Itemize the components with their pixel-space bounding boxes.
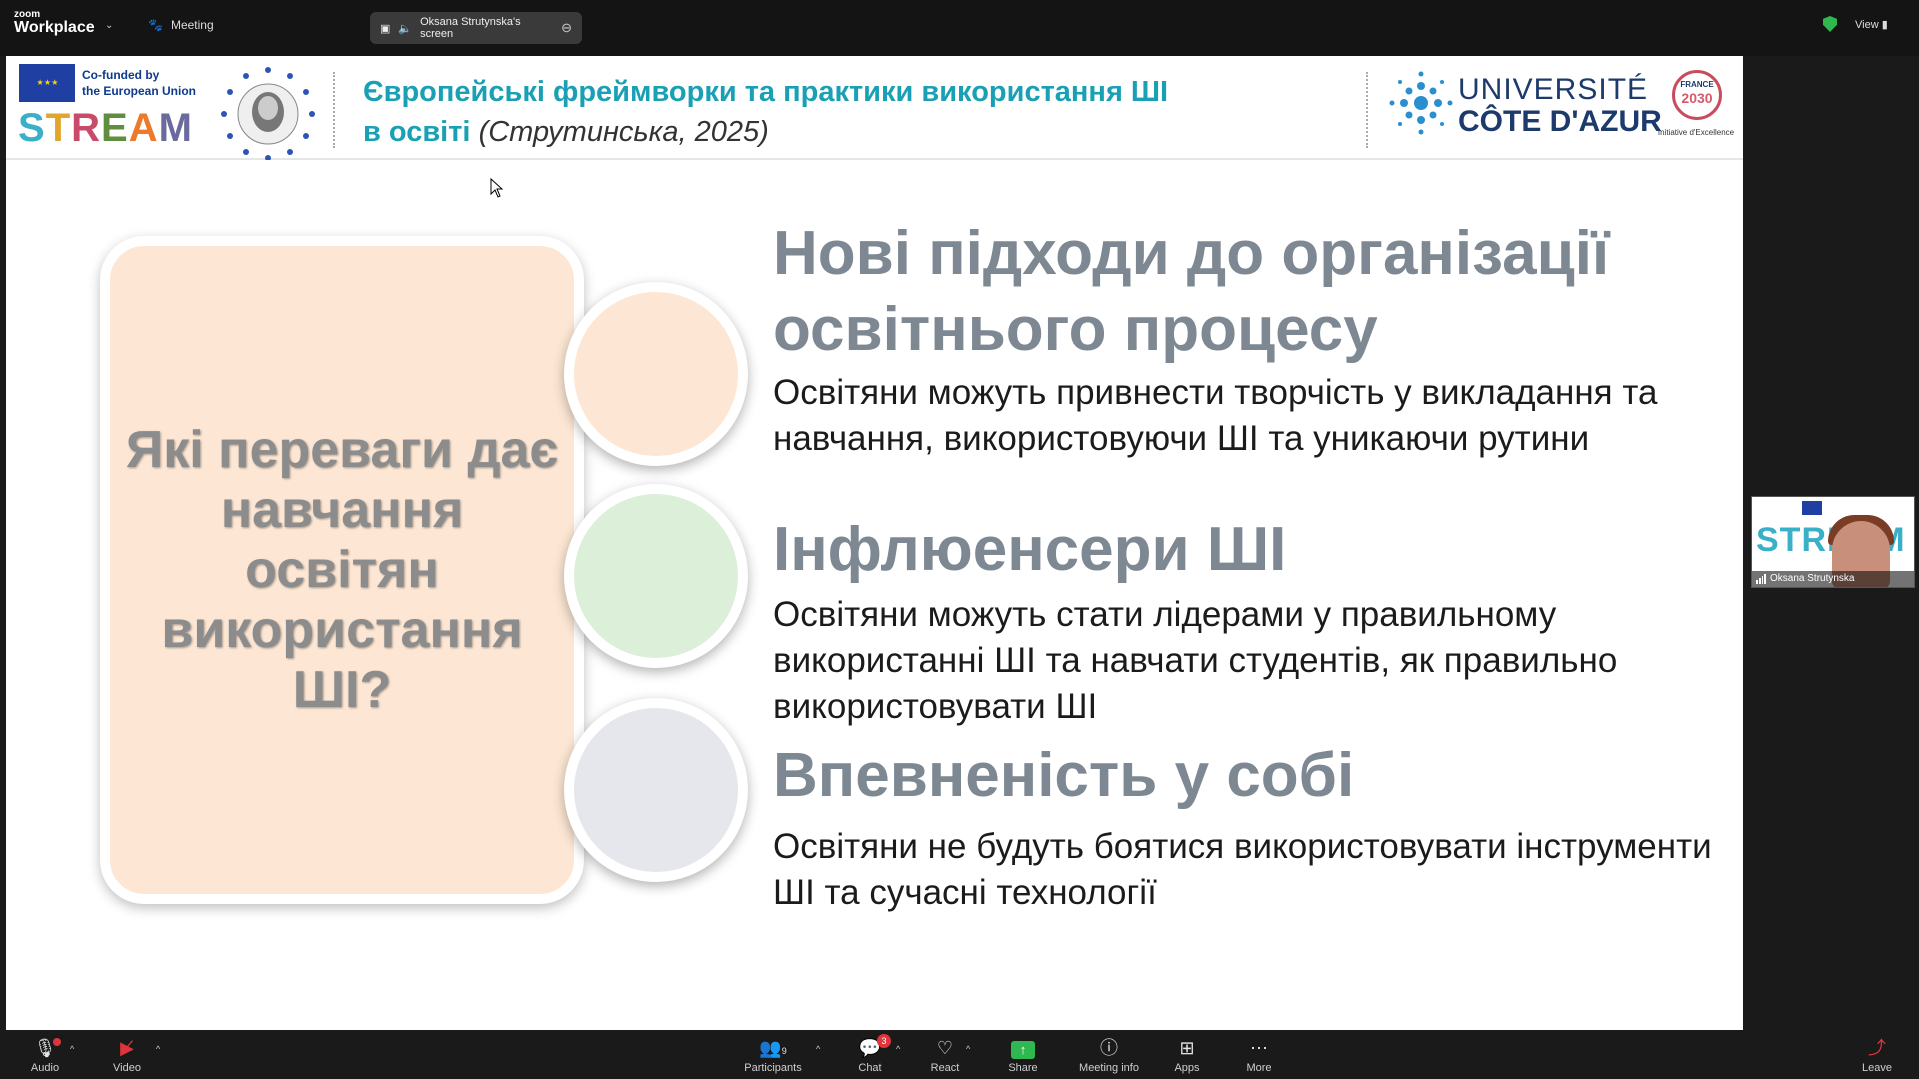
more-button[interactable]: ⋯ More	[1224, 1036, 1294, 1074]
chat-options-caret[interactable]: ^	[896, 1044, 900, 1054]
apps-icon: ⊞	[1179, 1038, 1195, 1058]
chat-button[interactable]: 💬 3 Chat	[835, 1034, 905, 1074]
question-text: Які переваги дає навчання освітян викори…	[125, 421, 559, 719]
encryption-shield-icon[interactable]	[1823, 16, 1837, 32]
item-circle-2	[564, 484, 748, 668]
universite-cote-dazur-logo-icon	[1389, 71, 1453, 135]
signal-strength-icon	[1756, 574, 1766, 584]
meeting-controls-bar: 🎙 Audio ^ ▶̸ Video ^ 👥9 Participants ^ 💬…	[0, 1030, 1919, 1079]
france-2030-logo: FRANCE 2030 Initiative d'Excellence	[1656, 70, 1734, 150]
zoom-title-bar: zoom Workplace ⌄ 🐾 Meeting ▣ 🔈 Oksana St…	[0, 0, 1919, 56]
paw-icon: 🐾	[148, 18, 163, 32]
video-camera-off-icon: ▶̸	[120, 1038, 134, 1058]
audio-options-caret[interactable]: ^	[70, 1044, 74, 1054]
participants-icon: 👥9	[759, 1038, 787, 1058]
eu-flag-icon	[1802, 501, 1822, 515]
chat-unread-badge: 3	[877, 1034, 891, 1048]
share-screen-icon: ↑	[1011, 1041, 1035, 1059]
participants-button[interactable]: 👥9 Participants	[738, 1036, 808, 1074]
share-button[interactable]: ↑ Share	[988, 1036, 1058, 1074]
mute-indicator-icon	[53, 1038, 61, 1046]
participant-name: Oksana Strutynska	[1752, 571, 1914, 587]
item-heading-2: Інфлюенсери ШІ	[773, 515, 1287, 584]
item-heading-1: Нові підходи до організації освітнього п…	[773, 219, 1610, 364]
header-divider	[1366, 72, 1368, 148]
item-circle-3	[564, 698, 748, 882]
leave-icon: ⤴	[1868, 1038, 1886, 1058]
participant-video-tile[interactable]: STREAM Oksana Strutynska	[1751, 496, 1915, 588]
stream-logo: STREAM	[18, 106, 193, 150]
audio-button[interactable]: 🎙 Audio	[10, 1036, 80, 1074]
question-card: Які переваги дає навчання освітян викори…	[100, 236, 584, 904]
item-body-2: Освітяни можуть стати лідерами у правиль…	[773, 595, 1618, 726]
participants-options-caret[interactable]: ^	[816, 1044, 820, 1054]
chat-icon: 💬	[858, 1038, 882, 1058]
video-button[interactable]: ▶̸ Video	[92, 1036, 162, 1074]
project-emblem-icon	[221, 67, 315, 160]
chevron-down-icon[interactable]: ⌄	[105, 20, 113, 31]
screen-share-icon: ▣	[380, 22, 391, 35]
zoom-workplace-logo[interactable]: zoom Workplace	[14, 10, 95, 36]
item-body-3: Освітяни не будуть боятися використовува…	[773, 827, 1712, 912]
react-button[interactable]: ♡ React	[910, 1036, 980, 1074]
universite-cote-dazur-text: UNIVERSITÉ CÔTE D'AZUR	[1458, 73, 1662, 138]
apps-button[interactable]: ⊞ Apps	[1152, 1036, 1222, 1074]
react-options-caret[interactable]: ^	[966, 1044, 970, 1054]
shared-screen-tab[interactable]: ▣ 🔈 Oksana Strutynska's screen ⊖	[370, 12, 582, 44]
speaker-icon: 🔈	[398, 22, 413, 35]
info-icon: ⓘ	[1100, 1038, 1118, 1058]
slide-title: Європейські фреймворки та практики викор…	[363, 76, 1169, 148]
item-heading-3: Впевненість у собі	[773, 741, 1355, 810]
mouse-cursor-icon	[490, 178, 504, 198]
slide-header: ★ ★ ★ Co-funded by the European Union ST…	[6, 56, 1743, 160]
eu-flag-icon: ★ ★ ★	[19, 64, 75, 102]
more-icon: ⋯	[1250, 1038, 1268, 1058]
leave-button[interactable]: ⤴ Leave	[1842, 1036, 1912, 1074]
more-options-icon[interactable]: ⊖	[561, 20, 572, 36]
eu-cofunded-text: Co-funded by the European Union	[82, 68, 196, 98]
shared-slide: ★ ★ ★ Co-funded by the European Union ST…	[6, 56, 1743, 1030]
video-options-caret[interactable]: ^	[156, 1044, 160, 1054]
meeting-info-button[interactable]: ⓘ Meeting info	[1074, 1036, 1144, 1074]
item-circle-1	[564, 282, 748, 466]
header-divider	[333, 72, 335, 148]
view-button[interactable]: View ▮	[1855, 18, 1888, 31]
meeting-button[interactable]: 🐾 Meeting	[148, 18, 214, 32]
item-body-1: Освітяни можуть привнести творчість у ви…	[773, 373, 1658, 458]
